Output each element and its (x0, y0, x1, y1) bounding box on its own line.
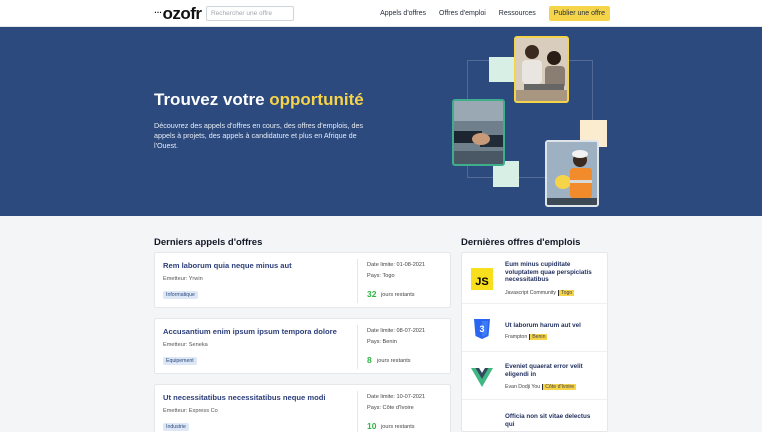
job-company: Evan Dodji You (505, 384, 541, 390)
divider (357, 391, 358, 432)
handshake-photo (452, 99, 505, 166)
vue-icon (471, 366, 493, 388)
logo[interactable]: …ozofr (154, 4, 202, 24)
javascript-icon: JS (471, 268, 493, 290)
days-remaining-count: 32 (367, 289, 377, 299)
hero-title: Trouvez votre opportunité (154, 90, 364, 109)
svg-text:JS: JS (475, 276, 488, 288)
days-remaining-count: 8 (367, 355, 372, 365)
tender-emitter: Emetteur: Yrwin (163, 276, 203, 282)
job-title[interactable]: Officia non sit vitae delectus qui (505, 413, 601, 428)
nav-link-jobs[interactable]: Offres d'emploi (439, 6, 486, 21)
tender-card[interactable]: Accusantium enim ipsum ipsum tempora dol… (154, 318, 451, 374)
nav-link-resources[interactable]: Ressources (499, 6, 536, 21)
search-input[interactable] (206, 6, 294, 21)
jobs-list: JS Eum minus cupiditate voluptatem quae … (461, 252, 608, 432)
category-badge[interactable]: Informatique (163, 291, 198, 299)
days-remaining-label: jours restants (377, 358, 411, 364)
divider (357, 325, 358, 369)
job-location-badge: Côte d'Ivoire (542, 384, 577, 390)
worker-photo (545, 140, 599, 207)
job-meta: Javascript Community Togo (505, 290, 575, 296)
tender-card[interactable]: Ut necessitatibus necessitatibus neque m… (154, 384, 451, 432)
days-remaining-label: jours restants (381, 424, 415, 430)
job-company: Frampton (505, 334, 528, 340)
job-location-badge: Togo (558, 290, 575, 296)
category-badge[interactable]: Industrie (163, 423, 189, 431)
jobs-heading: Dernières offres d'emplois (461, 237, 581, 248)
job-title[interactable]: Ut laborum harum aut vel (505, 322, 601, 330)
tender-emitter: Emetteur: Seneka (163, 342, 208, 348)
people-laptop-photo (514, 36, 569, 103)
job-item[interactable]: Eveniet quaerat error velit eligendi in … (462, 352, 607, 400)
job-item[interactable]: JS Eum minus cupiditate voluptatem quae … (462, 253, 607, 304)
tender-deadline: Date limite: 10-07-2021 (367, 394, 426, 400)
tenders-heading: Derniers appels d'offres (154, 237, 263, 248)
decorative-square (489, 57, 514, 82)
tender-country: Pays: Togo (367, 273, 395, 279)
top-navbar: …ozofr Appels d'offres Offres d'emploi R… (0, 0, 762, 27)
tender-title[interactable]: Accusantium enim ipsum ipsum tempora dol… (163, 327, 337, 336)
tender-deadline: Date limite: 08-07-2021 (367, 328, 426, 334)
job-item[interactable]: 3 Ut laborum harum aut vel Frampton Benin (462, 304, 607, 352)
days-remaining-count: 10 (367, 421, 377, 431)
tender-title[interactable]: Rem laborum quia neque minus aut (163, 261, 292, 270)
tender-card[interactable]: Rem laborum quia neque minus aut Emetteu… (154, 252, 451, 308)
job-meta: Evan Dodji You Côte d'Ivoire (505, 384, 577, 390)
job-meta: Frampton Benin (505, 334, 548, 340)
tender-emitter: Emetteur: Express Co (163, 408, 218, 414)
job-company: Javascript Community (505, 290, 557, 296)
days-remaining-label: jours restants (381, 292, 415, 298)
nav-link-tenders[interactable]: Appels d'offres (380, 6, 426, 21)
tender-title[interactable]: Ut necessitatibus necessitatibus neque m… (163, 393, 325, 402)
category-badge[interactable]: Equipement (163, 357, 197, 365)
job-item[interactable]: Officia non sit vitae delectus qui (462, 400, 607, 431)
tender-country: Pays: Benin (367, 339, 397, 345)
tender-country: Pays: Côte d'Ivoire (367, 405, 414, 411)
tender-deadline: Date limite: 01-08-2021 (367, 262, 426, 268)
job-location-badge: Benin (529, 334, 548, 340)
job-title[interactable]: Eveniet quaerat error velit eligendi in (505, 363, 601, 378)
main-nav: Appels d'offres Offres d'emploi Ressourc… (367, 6, 610, 21)
divider (357, 259, 358, 303)
hero-banner: Trouvez votre opportunité Découvrez des … (0, 27, 762, 216)
publish-offer-button[interactable]: Publier une offre (548, 6, 610, 21)
svg-text:3: 3 (479, 324, 484, 334)
hero-description: Découvrez des appels d'offres en cours, … (154, 121, 364, 151)
job-title[interactable]: Eum minus cupiditate voluptatem quae per… (505, 261, 601, 284)
css3-icon: 3 (471, 318, 493, 340)
